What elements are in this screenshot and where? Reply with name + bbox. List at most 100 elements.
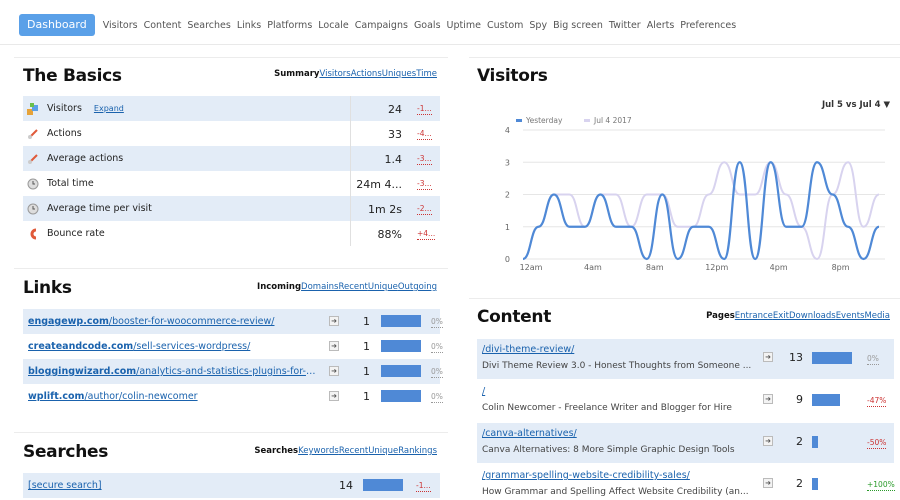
search-term[interactable]: [secure search] [28, 480, 102, 491]
x-tick-label: 4am [584, 263, 602, 272]
content-count: 2 [796, 477, 803, 490]
link-url[interactable]: createandcode.com/sell-services-wordpres… [28, 341, 318, 352]
nav-alerts[interactable]: Alerts [647, 20, 675, 31]
tab-time[interactable]: Time [416, 69, 437, 79]
legend-label: Jul 4 2017 [593, 116, 632, 125]
basics-tabs: Summary Visitors Actions Uniques Time [269, 69, 437, 79]
nav-spy[interactable]: Spy [529, 20, 547, 31]
nav-big-screen[interactable]: Big screen [553, 20, 603, 31]
tab-domains[interactable]: Domains [301, 282, 338, 292]
content-title-text: Colin Newcomer - Freelance Writer and Bl… [482, 403, 732, 413]
open-link-icon[interactable]: ➜ [329, 391, 339, 401]
content-row[interactable]: / Colin Newcomer - Freelance Writer and B… [477, 381, 894, 421]
basics-change[interactable]: -4... [417, 129, 432, 140]
open-page-icon[interactable]: ➜ [763, 352, 773, 362]
tab-keywords[interactable]: Keywords [298, 446, 339, 456]
open-page-icon[interactable]: ➜ [763, 478, 773, 488]
content-bar [812, 352, 852, 364]
tab-downloads[interactable]: Downloads [789, 311, 836, 321]
basics-change[interactable]: -1... [417, 104, 432, 115]
tab-recent[interactable]: Recent [338, 282, 367, 292]
tab-rankings[interactable]: Rankings [398, 446, 437, 456]
link-url[interactable]: wplift.com/author/colin-newcomer [28, 391, 318, 402]
link-change[interactable]: 0% [431, 367, 443, 378]
nav-twitter[interactable]: Twitter [609, 20, 641, 31]
nav-searches[interactable]: Searches [187, 20, 230, 31]
basics-row: Visitors Expand 24 -1... [23, 96, 440, 121]
link-row[interactable]: createandcode.com/sell-services-wordpres… [23, 334, 443, 359]
content-change[interactable]: -47% [867, 396, 887, 407]
nav-custom[interactable]: Custom [487, 20, 523, 31]
legend-label: Yesterday [525, 116, 563, 125]
link-change[interactable]: 0% [431, 317, 443, 328]
nav-campaigns[interactable]: Campaigns [355, 20, 408, 31]
basics-change[interactable]: -3... [417, 154, 432, 165]
tab-events[interactable]: Events [836, 311, 865, 321]
link-row[interactable]: engagewp.com/booster-for-woocommerce-rev… [23, 309, 443, 334]
basics-row: Actions 33 -4... [23, 121, 440, 146]
basics-change[interactable]: +4... [417, 229, 436, 240]
nav-platforms[interactable]: Platforms [267, 20, 312, 31]
link-row[interactable]: bloggingwizard.com/analytics-and-statist… [23, 359, 443, 384]
basics-row: Average time per visit 1m 2s -2... [23, 196, 440, 221]
content-path[interactable]: /canva-alternatives/ [482, 428, 752, 439]
nav-uptime[interactable]: Uptime [447, 20, 481, 31]
tab-incoming[interactable]: Incoming [257, 282, 301, 292]
link-bar [381, 390, 421, 402]
tab-summary[interactable]: Summary [274, 69, 319, 79]
nav-preferences[interactable]: Preferences [680, 20, 736, 31]
content-row[interactable]: /grammar-spelling-website-credibility-sa… [477, 465, 895, 500]
tab-recent-searches[interactable]: Recent [339, 446, 368, 456]
basics-row: Bounce rate 88% +4... [23, 221, 440, 246]
search-count: 14 [339, 479, 353, 492]
nav-goals[interactable]: Goals [414, 20, 441, 31]
content-rows: /divi-theme-review/Divi Theme Review 3.0… [477, 339, 895, 500]
content-title-text: Divi Theme Review 3.0 - Honest Thoughts … [482, 361, 752, 371]
legend-swatch [516, 119, 522, 122]
content-path[interactable]: /grammar-spelling-website-credibility-sa… [482, 470, 752, 481]
content-change[interactable]: -50% [867, 438, 887, 449]
open-page-icon[interactable]: ➜ [763, 436, 773, 446]
nav-content[interactable]: Content [144, 20, 182, 31]
y-tick-label: 0 [505, 255, 510, 264]
nav-dashboard[interactable]: Dashboard [19, 14, 95, 36]
tab-actions[interactable]: Actions [351, 69, 382, 79]
tab-unique-searches[interactable]: Unique [368, 446, 398, 456]
link-row[interactable]: wplift.com/author/colin-newcomer ➜ 1 0% [23, 384, 443, 409]
content-change[interactable]: +100% [867, 480, 895, 491]
expand-link[interactable]: Expand [94, 104, 124, 113]
link-path: /analytics-and-statistics-plugins-for-wo… [136, 366, 318, 377]
content-change[interactable]: 0% [867, 354, 879, 365]
tab-exit[interactable]: Exit [773, 311, 789, 321]
tab-uniques[interactable]: Uniques [382, 69, 416, 79]
basics-title: The Basics [23, 66, 122, 86]
tab-entrance[interactable]: Entrance [735, 311, 773, 321]
link-change[interactable]: 0% [431, 392, 443, 403]
tab-visitors[interactable]: Visitors [319, 69, 350, 79]
nav-links[interactable]: Links [237, 20, 261, 31]
content-row[interactable]: /canva-alternatives/Canva Alternatives: … [477, 423, 894, 463]
content-path[interactable]: / [482, 386, 752, 397]
tab-pages[interactable]: Pages [706, 311, 735, 321]
tab-media[interactable]: Media [864, 311, 890, 321]
basics-change[interactable]: -3... [417, 179, 432, 190]
series-line-jul-4 [522, 161, 880, 261]
tab-searches[interactable]: Searches [254, 446, 298, 456]
link-change[interactable]: 0% [431, 342, 443, 353]
link-url[interactable]: engagewp.com/booster-for-woocommerce-rev… [28, 316, 318, 327]
open-link-icon[interactable]: ➜ [329, 316, 339, 326]
link-url[interactable]: bloggingwizard.com/analytics-and-statist… [28, 366, 318, 377]
tab-unique[interactable]: Unique [368, 282, 398, 292]
search-row[interactable]: [secure search] 14 -1... [23, 473, 440, 498]
basics-value: 1m 2s [368, 203, 402, 216]
basics-change[interactable]: -2... [417, 204, 432, 215]
nav-visitors[interactable]: Visitors [103, 20, 138, 31]
content-path[interactable]: /divi-theme-review/ [482, 344, 752, 355]
open-link-icon[interactable]: ➜ [329, 366, 339, 376]
open-link-icon[interactable]: ➜ [329, 341, 339, 351]
search-change[interactable]: -1... [416, 481, 431, 492]
nav-locale[interactable]: Locale [318, 20, 348, 31]
content-row[interactable]: /divi-theme-review/Divi Theme Review 3.0… [477, 339, 894, 379]
tab-outgoing[interactable]: Outgoing [398, 282, 437, 292]
open-page-icon[interactable]: ➜ [763, 394, 773, 404]
